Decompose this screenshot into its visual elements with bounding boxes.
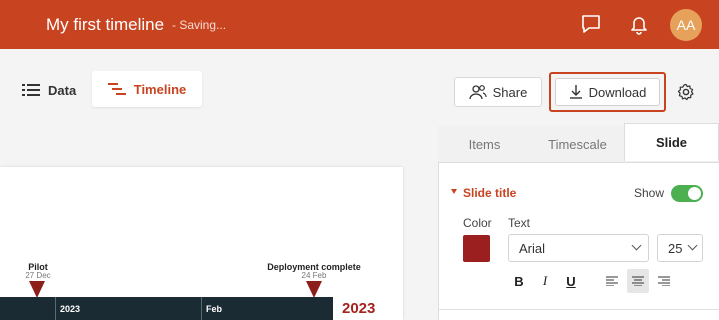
bold-button[interactable]: B xyxy=(508,269,530,293)
gear-icon[interactable] xyxy=(677,83,695,101)
size-value: 25 xyxy=(668,240,683,256)
timeline-title[interactable]: My first timeline xyxy=(46,15,164,35)
download-highlight: Download xyxy=(549,72,666,112)
tab-timeline[interactable]: Timeline xyxy=(92,71,202,107)
tab-timeline-label: Timeline xyxy=(133,81,187,97)
panel-divider xyxy=(438,309,719,310)
align-right-button[interactable] xyxy=(653,269,675,293)
timescale-divider xyxy=(201,297,202,320)
timescale-bar[interactable] xyxy=(0,297,333,320)
download-button[interactable]: Download xyxy=(555,78,660,106)
milestone-marker[interactable] xyxy=(29,281,45,298)
align-left-icon xyxy=(606,276,618,286)
download-icon xyxy=(569,85,582,99)
color-label: Color xyxy=(463,216,492,230)
chevron-down-icon xyxy=(631,240,642,251)
tab-slide[interactable]: Slide xyxy=(624,123,719,161)
share-label: Share xyxy=(492,84,528,100)
list-icon xyxy=(22,84,40,96)
share-button[interactable]: Share xyxy=(454,77,542,107)
timescale-divider xyxy=(55,297,56,320)
milestone-date: 24 Feb xyxy=(301,271,327,280)
size-select[interactable]: 25 xyxy=(657,234,703,262)
caret-down-icon[interactable] xyxy=(451,189,457,194)
tab-data[interactable]: Data xyxy=(22,73,86,107)
align-left-button[interactable] xyxy=(601,269,623,293)
users-icon xyxy=(468,85,487,100)
align-right-icon xyxy=(658,276,670,286)
underline-button[interactable]: U xyxy=(560,269,582,293)
show-toggle[interactable] xyxy=(671,185,703,202)
tab-items[interactable]: Items xyxy=(438,126,531,163)
timeline-icon xyxy=(107,83,126,95)
year-label[interactable]: 2023 xyxy=(342,300,375,317)
show-label: Show xyxy=(634,186,665,200)
tab-data-label: Data xyxy=(48,82,77,98)
timeline-canvas[interactable]: Pilot 27 Dec Deployment complete 24 Feb … xyxy=(0,167,403,320)
font-select[interactable]: Arial xyxy=(508,234,649,262)
font-value: Arial xyxy=(519,240,546,256)
color-swatch[interactable] xyxy=(463,235,490,262)
align-center-icon xyxy=(632,276,644,286)
save-status: - Saving... xyxy=(172,18,227,32)
milestone-marker[interactable] xyxy=(306,281,322,298)
milestone-date: 27 Dec xyxy=(25,271,51,280)
download-label: Download xyxy=(588,84,647,100)
timescale-label: 2023 xyxy=(60,304,81,314)
bell-icon[interactable] xyxy=(628,13,650,35)
italic-button[interactable]: I xyxy=(534,269,556,293)
text-label: Text xyxy=(508,216,531,230)
section-title[interactable]: Slide title xyxy=(463,186,516,200)
panel-tabs: Items Timescale Slide xyxy=(438,123,719,163)
chat-icon[interactable] xyxy=(580,13,602,35)
chevron-down-icon xyxy=(687,240,698,251)
tab-timescale[interactable]: Timescale xyxy=(531,126,624,163)
user-avatar[interactable]: AA xyxy=(670,9,702,41)
timescale-label: Feb xyxy=(206,304,223,314)
align-center-button[interactable] xyxy=(627,269,649,293)
